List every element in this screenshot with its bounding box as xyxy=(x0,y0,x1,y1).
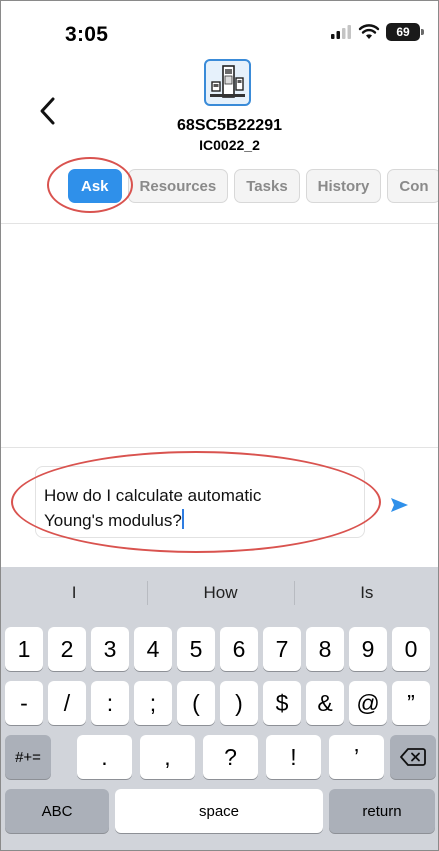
suggestion-item[interactable]: Is xyxy=(293,567,438,619)
annotation-circle-ask xyxy=(47,157,133,213)
tab-tasks[interactable]: Tasks xyxy=(234,169,300,203)
key[interactable]: 7 xyxy=(263,627,301,671)
suggestion-item[interactable]: I xyxy=(1,567,147,619)
key[interactable]: , xyxy=(140,735,195,779)
tab-history[interactable]: History xyxy=(305,169,382,203)
key[interactable]: : xyxy=(91,681,129,725)
suggestion-bar: I How Is xyxy=(1,567,438,619)
key[interactable]: ? xyxy=(203,735,258,779)
key[interactable]: $ xyxy=(263,681,301,725)
tab-con[interactable]: Con xyxy=(387,169,438,203)
space-key[interactable]: space xyxy=(115,789,323,833)
key[interactable]: @ xyxy=(349,681,387,725)
signal-icon xyxy=(331,25,351,39)
key[interactable]: 0 xyxy=(392,627,430,671)
key[interactable]: 4 xyxy=(134,627,172,671)
key[interactable]: 2 xyxy=(48,627,86,671)
suggestion-item[interactable]: How xyxy=(147,567,293,619)
key[interactable]: ) xyxy=(220,681,258,725)
annotation-circle-input xyxy=(11,451,381,553)
device-id: 68SC5B22291 xyxy=(177,117,282,134)
keyboard: I How Is 1 2 3 4 5 6 7 8 9 0 - / : ; ( )… xyxy=(1,567,438,850)
key[interactable]: 5 xyxy=(177,627,215,671)
return-key[interactable]: return xyxy=(329,789,435,833)
chat-divider xyxy=(1,447,438,448)
tabs-divider xyxy=(1,223,438,224)
backspace-key[interactable] xyxy=(390,735,436,779)
tab-resources[interactable]: Resources xyxy=(127,169,229,203)
key[interactable]: ; xyxy=(134,681,172,725)
key[interactable]: 6 xyxy=(220,627,258,671)
key[interactable]: / xyxy=(48,681,86,725)
device-subtitle: IC0022_2 xyxy=(199,137,260,153)
status-icons: 69 xyxy=(330,23,424,41)
key[interactable]: ’ xyxy=(329,735,384,779)
key[interactable]: 8 xyxy=(306,627,344,671)
key[interactable]: & xyxy=(306,681,344,725)
wifi-icon xyxy=(358,24,380,39)
key[interactable]: 3 xyxy=(91,627,129,671)
key[interactable]: . xyxy=(77,735,132,779)
battery-icon: 69 xyxy=(386,23,424,41)
key[interactable]: ! xyxy=(266,735,321,779)
key[interactable]: 1 xyxy=(5,627,43,671)
backspace-icon xyxy=(400,748,426,766)
key[interactable]: - xyxy=(5,681,43,725)
device-icon xyxy=(204,59,251,106)
app-screen: 3:05 69 68SC5B22291 IC0022_2 Ask Resourc… xyxy=(0,0,439,851)
abc-key[interactable]: ABC xyxy=(5,789,109,833)
status-time: 3:05 xyxy=(65,23,109,46)
send-icon[interactable] xyxy=(383,493,413,517)
key[interactable]: ” xyxy=(392,681,430,725)
key[interactable]: 9 xyxy=(349,627,387,671)
symbols-mode-key[interactable]: #+= xyxy=(5,735,51,779)
key[interactable]: ( xyxy=(177,681,215,725)
